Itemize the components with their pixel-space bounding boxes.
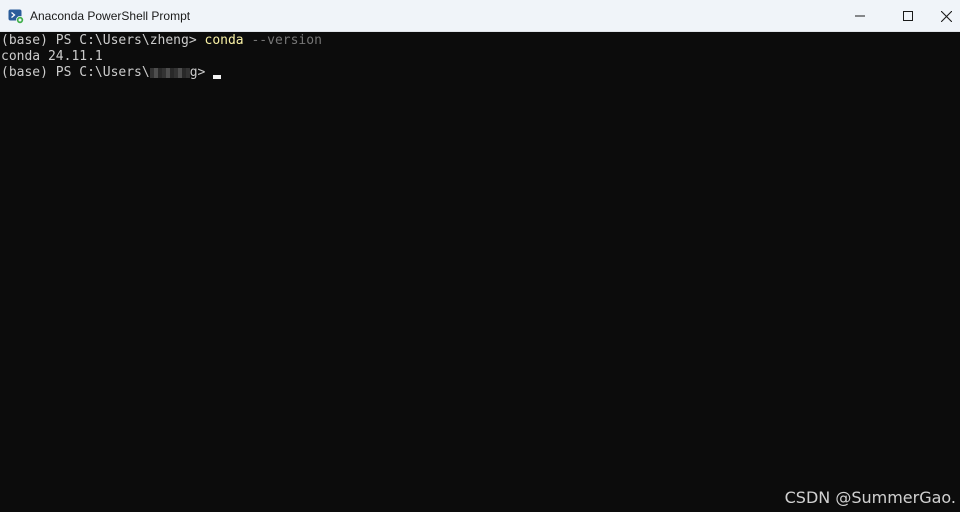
prompt-suffix: g> xyxy=(189,65,206,80)
minimize-button[interactable] xyxy=(837,0,883,32)
text-cursor xyxy=(213,75,222,79)
powershell-icon xyxy=(8,9,24,24)
close-button[interactable] xyxy=(933,0,960,32)
prompt-text: (base) PS C:\Users\ xyxy=(1,65,150,80)
terminal-line: (base) PS C:\Users\zheng> conda --versio… xyxy=(1,33,322,49)
powershell-window: Anaconda PowerShell Prompt (base) PS C:\… xyxy=(0,0,960,512)
title-bar[interactable]: Anaconda PowerShell Prompt xyxy=(0,0,960,32)
redacted-username xyxy=(149,67,190,78)
watermark: CSDN @SummerGao. xyxy=(784,488,956,507)
command-args: --version xyxy=(243,33,322,48)
maximize-button[interactable] xyxy=(885,0,931,32)
terminal-output[interactable]: (base) PS C:\Users\zheng> conda --versio… xyxy=(0,32,960,512)
prompt-text: (base) PS C:\Users\zheng> xyxy=(1,33,205,48)
terminal-line: conda 24.11.1 xyxy=(1,49,103,65)
close-icon xyxy=(941,10,952,22)
output-text: conda 24.11.1 xyxy=(1,49,103,64)
terminal-line: (base) PS C:\Users\ g> xyxy=(1,65,222,81)
window-title: Anaconda PowerShell Prompt xyxy=(30,9,191,23)
command-text: conda xyxy=(204,33,244,48)
maximize-icon xyxy=(903,11,913,21)
minimize-icon xyxy=(855,15,865,17)
